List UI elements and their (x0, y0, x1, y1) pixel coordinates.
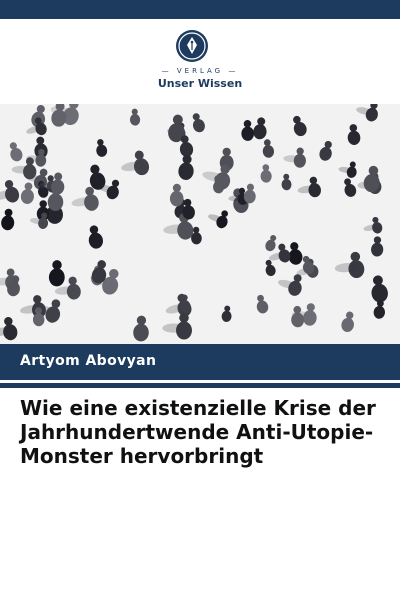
dash-left: — (161, 67, 177, 75)
person-figure (0, 180, 20, 203)
author-name: Artyom Abovyan (20, 353, 157, 369)
person-figure (253, 117, 267, 140)
person-figure (297, 176, 321, 198)
person-figure (20, 182, 34, 204)
person-figure (371, 275, 388, 303)
book-title: Wie eine existenzielle Krise der Jahrhun… (20, 396, 376, 468)
person-figure (1, 208, 15, 231)
person-figure (281, 173, 292, 191)
top-color-band (0, 0, 400, 19)
person-figure (221, 305, 232, 323)
person-figure (356, 104, 378, 122)
person-figure (293, 115, 307, 137)
person-figure (265, 235, 277, 252)
person-figure (319, 140, 332, 161)
person-figure (9, 142, 23, 162)
person-figure (208, 210, 228, 229)
person-figure (260, 164, 272, 183)
person-figure (96, 139, 108, 157)
author-bar: Artyom Abovyan (0, 344, 400, 383)
person-figure (373, 300, 385, 319)
person-figure (121, 150, 150, 176)
person-figure (48, 260, 65, 287)
person-figure (347, 124, 361, 145)
publisher-block: — VERLAG — Unser Wissen (0, 26, 400, 96)
person-figure (371, 236, 384, 257)
person-figure (283, 147, 306, 168)
person-figure (265, 259, 276, 277)
person-figure (133, 315, 149, 342)
cover-photo (0, 104, 400, 344)
person-figure (243, 183, 256, 204)
person-figure (344, 178, 357, 197)
person-figure (169, 183, 184, 207)
person-figure (178, 154, 194, 180)
person-figure (334, 251, 365, 279)
person-figure (192, 113, 205, 133)
person-figure (291, 305, 305, 328)
person-figure (341, 311, 354, 332)
fountain-pen-nib-icon (176, 30, 208, 62)
person-figure (88, 225, 103, 249)
person-figure (0, 316, 18, 341)
person-figure (162, 313, 192, 340)
publisher-series-label: — VERLAG — (0, 66, 400, 76)
person-figure (363, 216, 383, 234)
dash-right: — (223, 67, 239, 75)
publisher-series: VERLAG (176, 67, 224, 75)
person-figure (262, 139, 275, 158)
person-figure (241, 120, 254, 141)
person-figure (256, 294, 269, 314)
person-figure (71, 186, 99, 211)
person-figure (338, 161, 357, 178)
publisher-name: Unser Wissen (157, 77, 243, 90)
crowd-of-people-photo (0, 104, 388, 342)
person-figure (129, 108, 141, 126)
